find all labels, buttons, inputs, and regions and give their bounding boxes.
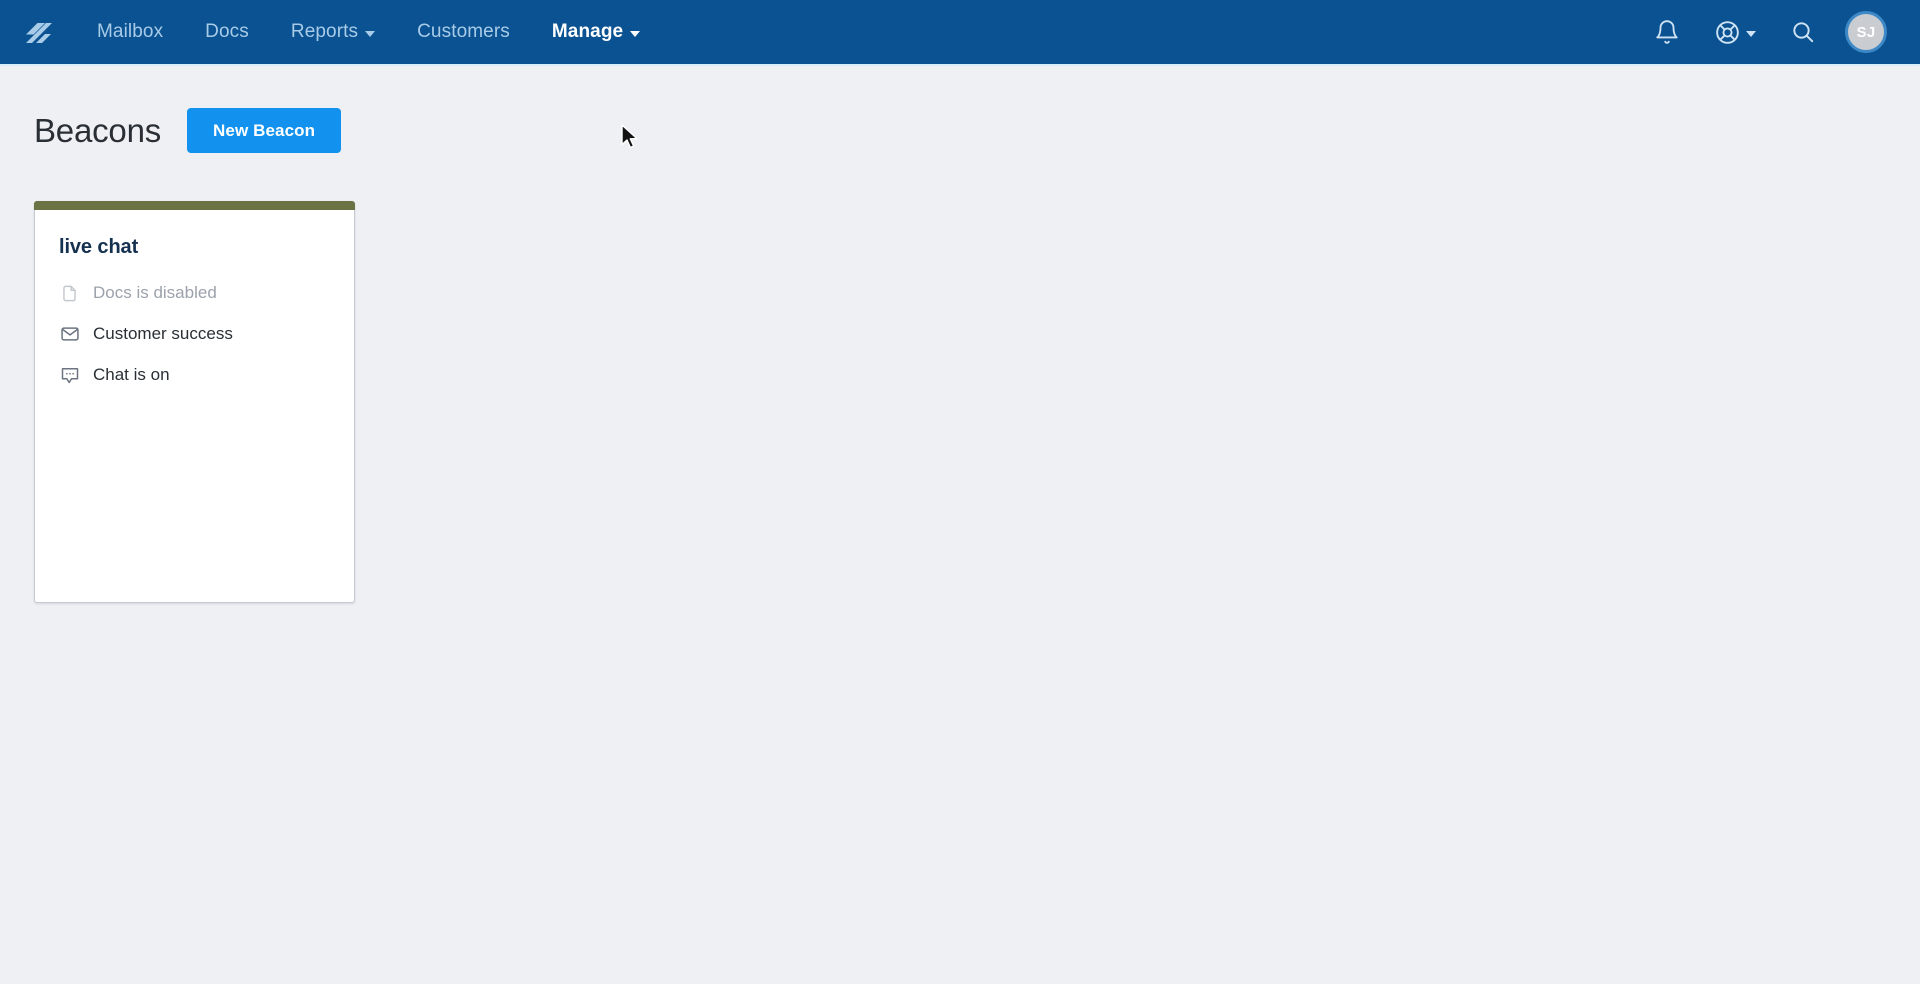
nav-item-label: Docs	[205, 21, 249, 42]
nav-utility-group: SJ	[1636, 0, 1898, 64]
user-menu-button[interactable]: SJ	[1834, 0, 1898, 64]
notifications-button[interactable]	[1636, 0, 1698, 64]
nav-item-label: Customers	[417, 21, 510, 42]
nav-item-manage[interactable]: Manage	[531, 0, 661, 64]
chat-bubble-icon	[59, 365, 80, 386]
search-button[interactable]	[1772, 0, 1834, 64]
page-title: Beacons	[34, 111, 162, 149]
chevron-down-icon	[630, 30, 641, 37]
page-header: Beacons New Beacon	[34, 108, 1920, 153]
nav-item-reports[interactable]: Reports	[270, 0, 396, 64]
top-navigation-bar: Mailbox Docs Reports Customers Manage SJ	[0, 0, 1920, 66]
beacon-name: live chat	[59, 236, 139, 258]
nav-item-label: Reports	[290, 21, 359, 42]
nav-item-docs[interactable]: Docs	[184, 0, 270, 64]
document-icon	[59, 283, 80, 304]
envelope-icon	[59, 324, 80, 345]
avatar: SJ	[1845, 11, 1887, 53]
nav-item-label: Manage	[551, 21, 624, 42]
help-menu-button[interactable]	[1698, 0, 1772, 64]
beacon-accent-bar	[34, 201, 355, 210]
beacon-status-docs: Docs is disabled	[59, 281, 330, 305]
bell-icon	[1656, 20, 1678, 44]
nav-item-customers[interactable]: Customers	[396, 0, 531, 64]
primary-nav-items: Mailbox Docs Reports Customers Manage	[76, 0, 661, 64]
life-ring-icon	[1716, 20, 1739, 44]
chevron-down-icon	[365, 30, 376, 37]
beacon-status-label: Chat is on	[93, 365, 170, 384]
page-content: Beacons New Beacon live chat Docs is dis…	[0, 64, 1920, 603]
beacon-card[interactable]: live chat Docs is disabled Customer succ…	[34, 201, 355, 603]
beacon-card-grid: live chat Docs is disabled Customer succ…	[34, 201, 1920, 603]
helpscout-logo-icon[interactable]	[14, 8, 62, 56]
new-beacon-button[interactable]: New Beacon	[187, 108, 342, 153]
beacon-status-chat: Chat is on	[59, 363, 330, 387]
nav-item-label: Mailbox	[97, 21, 164, 42]
beacon-card-body: live chat Docs is disabled Customer succ…	[35, 210, 354, 404]
beacon-status-label: Customer success	[93, 324, 233, 343]
beacon-status-label: Docs is disabled	[93, 283, 217, 302]
search-icon	[1793, 22, 1814, 43]
beacon-status-mailbox: Customer success	[59, 322, 330, 346]
chevron-down-icon	[1746, 30, 1756, 37]
nav-item-mailbox[interactable]: Mailbox	[76, 0, 184, 64]
